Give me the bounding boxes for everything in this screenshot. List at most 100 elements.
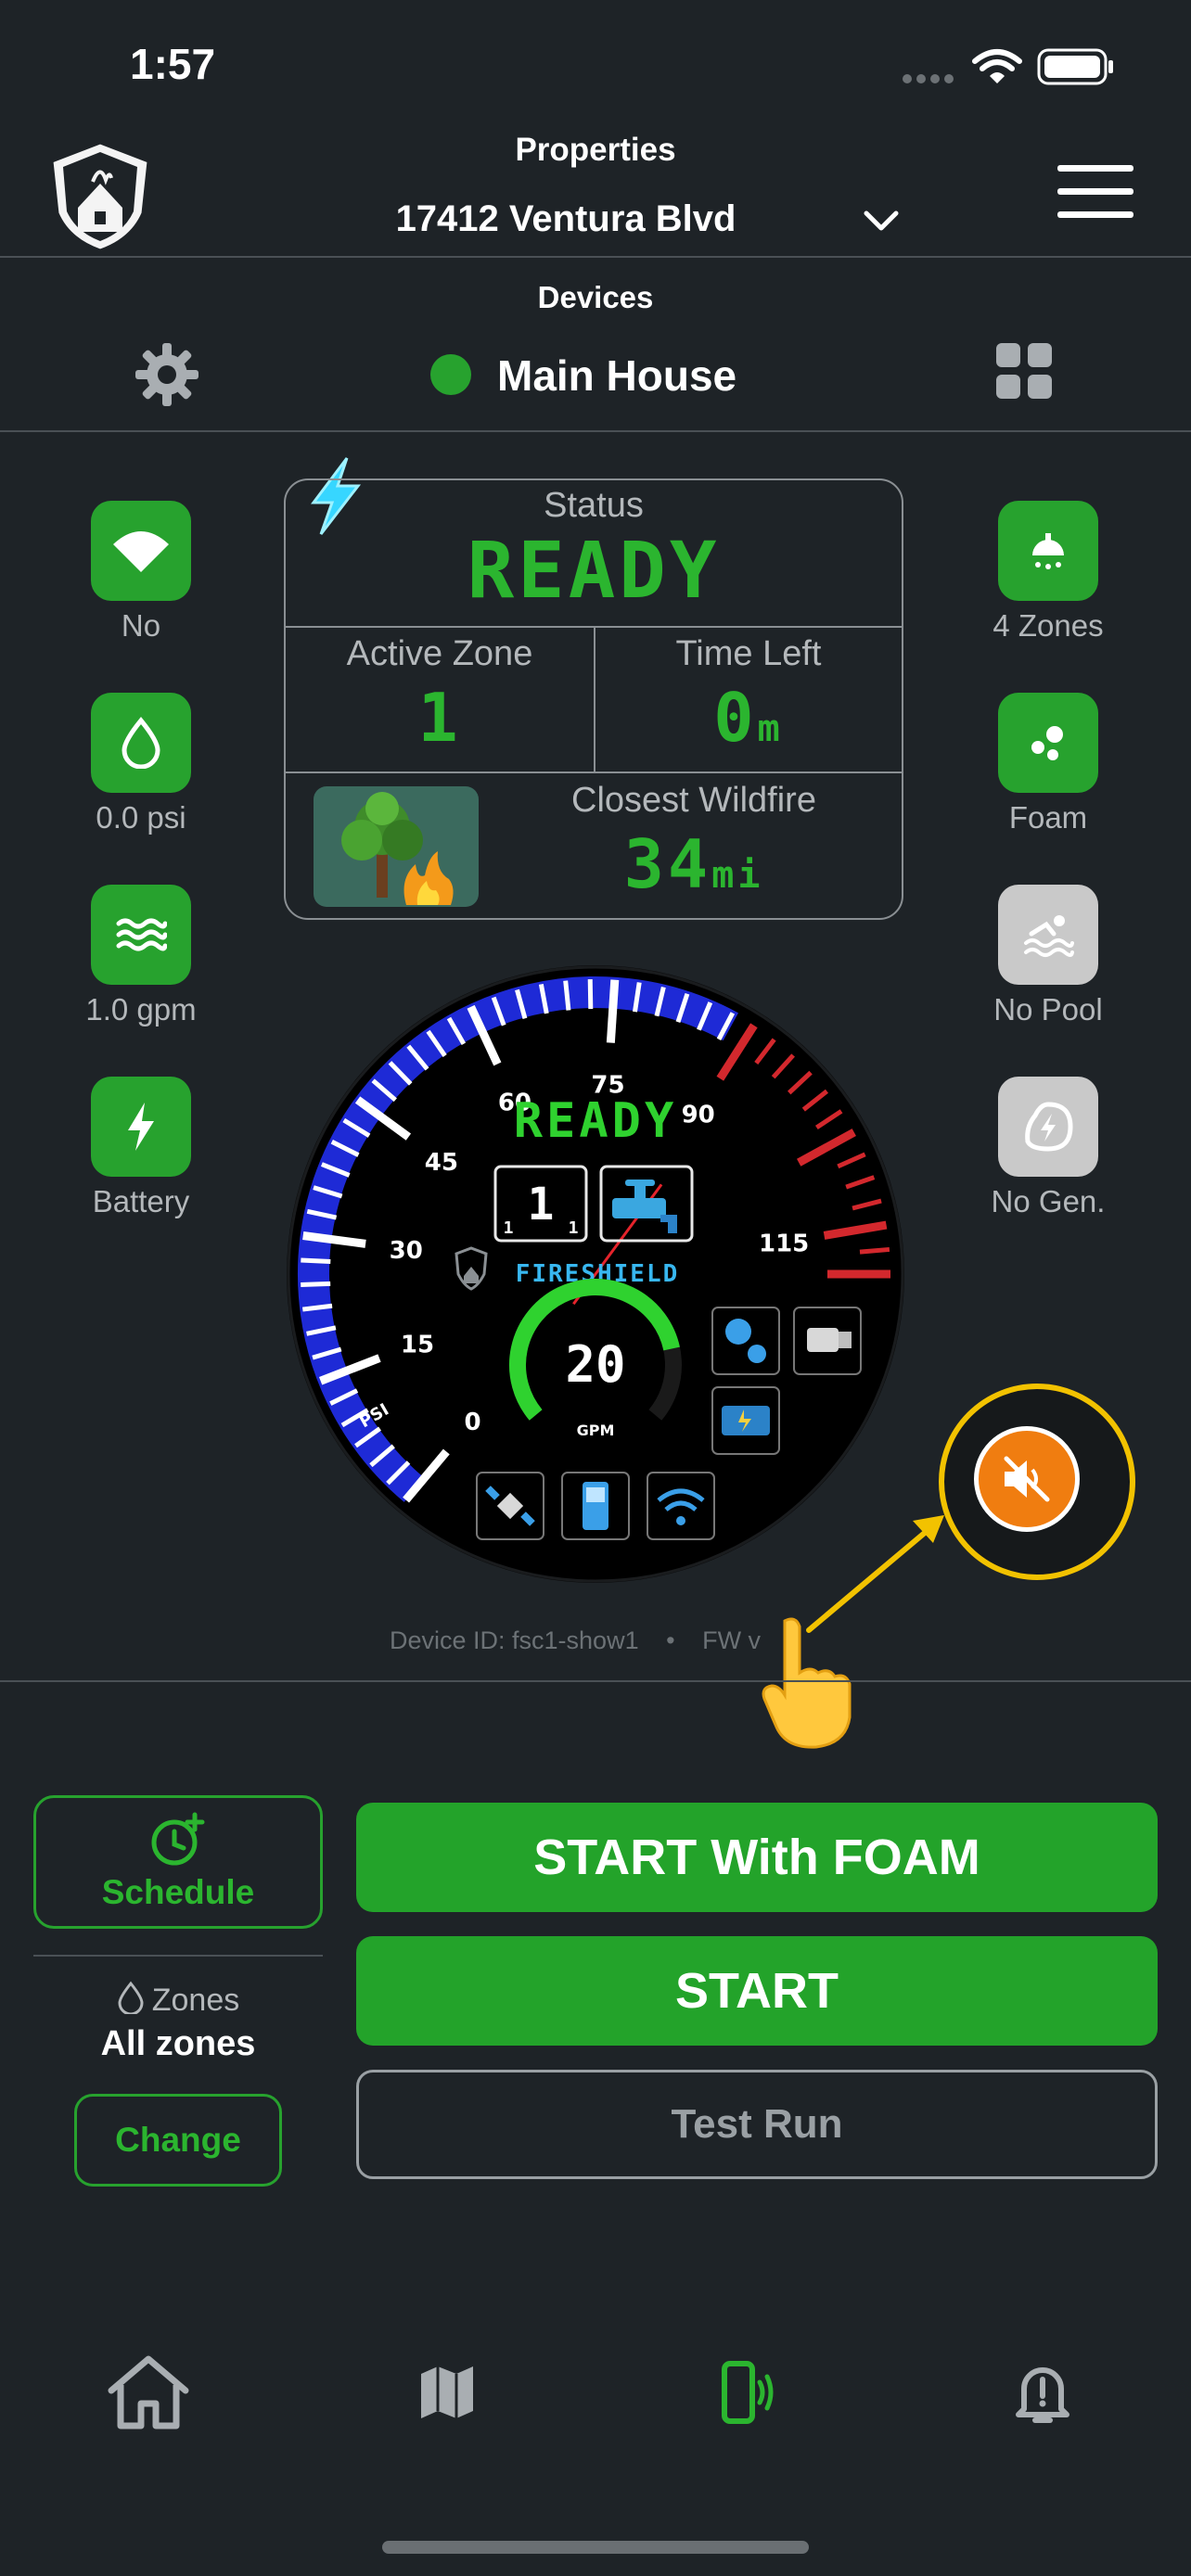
tab-alerts[interactable]: [996, 2346, 1089, 2439]
gauge-major-tick: [606, 979, 620, 1043]
pressure-item[interactable]: 0.0 psi: [48, 693, 234, 835]
test-run-button[interactable]: Test Run: [356, 2070, 1158, 2179]
firmware-version: FW v: [702, 1626, 762, 1654]
active-zone-label: Active Zone: [346, 634, 533, 673]
gauge-minor-tick: [563, 980, 571, 1011]
hamburger-menu-icon[interactable]: [1057, 165, 1133, 219]
pool-label: No Pool: [993, 992, 1103, 1027]
start-with-foam-button[interactable]: START With FOAM: [356, 1803, 1158, 1912]
gauge-minor-tick: [587, 979, 594, 1010]
tab-map[interactable]: [401, 2346, 493, 2439]
home-indicator: [382, 2541, 809, 2554]
grid-view-icon[interactable]: [996, 343, 1054, 401]
gauge-minor-tick: [301, 1257, 331, 1264]
active-zone-value: 1: [417, 679, 462, 757]
header-divider: [0, 256, 1191, 258]
panel-divider-2: [286, 772, 902, 773]
pressure-label: 0.0 psi: [96, 800, 186, 835]
zones-summary: Zones All zones: [33, 1981, 323, 2064]
battery-item[interactable]: Battery: [48, 1077, 234, 1219]
wifi-status-icon: [972, 48, 1022, 85]
foam-bubbles-icon: [998, 693, 1098, 793]
gauge-tick-label: 115: [759, 1231, 809, 1258]
time-left-unit: m: [757, 708, 784, 750]
flow-value: 20: [565, 1335, 625, 1394]
wifi-status-item[interactable]: No: [48, 501, 234, 644]
devices-divider: [0, 430, 1191, 432]
home-icon: [108, 2355, 189, 2429]
flow-label: 1.0 gpm: [85, 992, 197, 1027]
speaker-mute-icon: [1004, 1456, 1050, 1502]
generator-label: No Gen.: [991, 1184, 1106, 1218]
zones-header: Zones: [33, 1981, 323, 2019]
gauge-tick-label: 0: [465, 1409, 481, 1436]
property-name: 17412 Ventura Blvd: [395, 198, 736, 239]
time-left-label: Time Left: [675, 634, 822, 673]
property-selector[interactable]: 17412 Ventura Blvd: [371, 195, 909, 250]
settings-gear-icon[interactable]: [134, 341, 200, 408]
status-time: 1:57: [130, 40, 216, 88]
wildfire-label: Closest Wildfire: [571, 781, 816, 820]
device-selector[interactable]: Main House: [427, 343, 779, 408]
gauge-tick-label: 45: [425, 1149, 458, 1177]
device-id: Device ID: fsc1-show1: [390, 1626, 639, 1654]
gauge-status: READY: [514, 1093, 678, 1149]
wifi-icon: [91, 501, 191, 601]
tab-home[interactable]: [102, 2346, 195, 2439]
hand-pointer-icon: [757, 1613, 861, 1751]
pool-swimmer-icon: [998, 885, 1098, 985]
water-waves-icon: [91, 885, 191, 985]
fireshield-logo[interactable]: [46, 139, 154, 254]
gauge-zone-value: 1: [528, 1179, 555, 1231]
start-button[interactable]: START: [356, 1936, 1158, 2046]
gauge-zone-small-right: 1: [569, 1218, 579, 1238]
wifi-status-label: No: [121, 608, 161, 643]
generator-item[interactable]: No Gen.: [955, 1077, 1141, 1219]
device-vibrate-icon: [722, 2361, 774, 2424]
status-label: Status: [544, 486, 644, 525]
device-info: Device ID: fsc1-show1 • FW v: [390, 1626, 761, 1655]
clock-add-icon: [151, 1812, 205, 1866]
status-value: READY: [467, 525, 721, 616]
properties-title: Properties: [515, 132, 676, 168]
schedule-divider: [33, 1955, 323, 1957]
pool-item[interactable]: No Pool: [955, 885, 1141, 1027]
flow-unit: GPM: [577, 1422, 615, 1439]
gauge-minor-tick: [859, 1246, 890, 1255]
mute-button[interactable]: [974, 1426, 1080, 1532]
wildfire-readout: 34mi: [499, 825, 889, 903]
time-left-readout: 0m: [596, 679, 902, 757]
gauge-tick-label: 90: [682, 1101, 715, 1129]
sprinkler-icon: [998, 501, 1098, 601]
gauge-zone-small-left: 1: [504, 1218, 514, 1238]
gauge-minor-tick: [301, 1281, 331, 1288]
wildfire-distance: 34: [623, 825, 712, 903]
zones-value: All zones: [100, 2024, 256, 2063]
water-drop-icon: [91, 693, 191, 793]
wildfire-unit: mi: [711, 854, 764, 897]
gauge-tick-label: 30: [390, 1237, 423, 1265]
generator-icon: [998, 1077, 1098, 1177]
device-name: Main House: [497, 351, 737, 400]
zones-item[interactable]: 4 Zones: [955, 501, 1141, 644]
devices-title: Devices: [537, 280, 654, 314]
pressure-gauge: 0 15 30 45 60 75 90 115 READY 1 1 1 FIRESHIELD …: [286, 964, 905, 1584]
change-zones-button[interactable]: Change: [74, 2094, 282, 2187]
flow-item[interactable]: 1.0 gpm: [48, 885, 234, 1027]
zones-count-label: 4 Zones: [992, 608, 1104, 643]
device-online-indicator: [430, 354, 471, 395]
gauge-tick-label: 15: [401, 1332, 434, 1359]
foam-item[interactable]: Foam: [955, 693, 1141, 835]
schedule-label: Schedule: [101, 1873, 255, 1911]
foam-label: Foam: [1008, 800, 1088, 835]
tab-device[interactable]: [698, 2346, 790, 2439]
status-panel: Status READY Active Zone 1 Time Left 0m …: [284, 478, 903, 920]
time-left-value: 0: [713, 679, 758, 757]
cellular-signal-icon: [902, 72, 957, 83]
alert-bell-icon: [1016, 2367, 1069, 2423]
gauge-divider: [0, 1680, 1191, 1682]
lightning-icon: [91, 1077, 191, 1177]
zone-drop-icon: [118, 1981, 144, 2016]
schedule-button[interactable]: Schedule: [33, 1795, 323, 1929]
map-icon: [421, 2366, 473, 2418]
